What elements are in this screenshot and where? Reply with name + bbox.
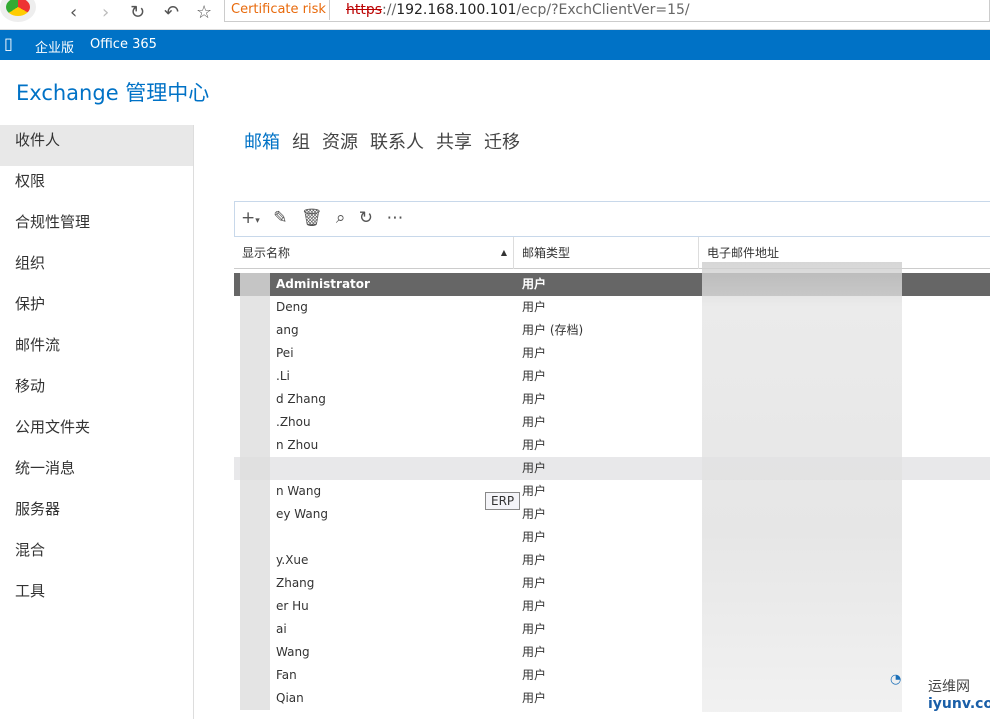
undo-icon[interactable]: ↶ [164, 2, 179, 23]
sidebar-item[interactable]: 移动 [0, 371, 193, 412]
sidebar-item[interactable]: 权限 [0, 166, 193, 207]
watermark-cn: 运维网 [928, 679, 970, 695]
tab-mailbox[interactable]: 邮箱 [244, 132, 280, 153]
tab[interactable]: 资源 [322, 132, 358, 153]
mailbox-type: 用户 [522, 300, 547, 314]
search-icon[interactable]: ⌕ [336, 208, 346, 228]
more-icon[interactable]: ⋯ [386, 208, 403, 228]
delete-trash-icon[interactable]: 🗑 [301, 208, 323, 228]
mailbox-type: 用户 [522, 645, 547, 659]
redacted-name [240, 641, 270, 664]
office365-link[interactable]: Office 365 [90, 37, 157, 52]
redacted-name [240, 572, 270, 595]
redacted-name [240, 388, 270, 411]
redacted-name [240, 503, 270, 526]
mailbox-type: 用户 [522, 668, 547, 682]
sidebar-item[interactable]: 邮件流 [0, 330, 193, 371]
mailbox-type: 用户 [522, 346, 547, 360]
redacted-name [240, 457, 270, 480]
redacted-name [240, 618, 270, 641]
office-logo-icon: ▯ [4, 34, 13, 53]
sidebar-item[interactable]: 合规性管理 [0, 207, 193, 248]
back-icon[interactable]: ‹ [70, 2, 77, 23]
redacted-name [240, 296, 270, 319]
url-host: 192.168.100.101 [396, 2, 517, 18]
mailbox-type: 用户 [522, 599, 547, 613]
mailbox-type: 用户 [522, 507, 547, 521]
url-scheme: https [346, 2, 383, 18]
mailbox-type: 用户 [522, 438, 547, 452]
sidebar-item[interactable]: 组织 [0, 248, 193, 289]
tab[interactable]: 共享 [436, 132, 472, 153]
tab[interactable]: 迁移 [484, 132, 520, 153]
redacted-name [240, 664, 270, 687]
refresh-icon[interactable]: ↻ [359, 208, 373, 228]
reload-icon[interactable]: ↻ [130, 2, 145, 23]
forward-icon[interactable]: › [102, 2, 109, 23]
redacted-name [240, 434, 270, 457]
sidebar-item[interactable]: 统一消息 [0, 453, 193, 494]
tab[interactable]: 联系人 [370, 132, 424, 153]
url-path: /ecp/?ExchClientVer=15/ [516, 2, 690, 18]
redacted-name [240, 411, 270, 434]
redacted-name [240, 526, 270, 549]
mailbox-type: 用户 [522, 484, 547, 498]
url-text[interactable]: https://192.168.100.101/ecp/?ExchClientV… [329, 0, 690, 20]
tabs: 邮箱组资源 联系人 共享 迁移 [244, 128, 532, 154]
redacted-name [240, 687, 270, 710]
mailbox-type: 用户 [522, 415, 547, 429]
tooltip: ERP [485, 492, 521, 510]
mailbox-type: 用户 [522, 622, 547, 636]
sidebar-item[interactable]: 工具 [0, 576, 193, 617]
watermark: 运维网iyunv.com [928, 676, 990, 712]
redacted-name [240, 480, 270, 503]
sidebar-item[interactable]: 混合 [0, 535, 193, 576]
mailbox-type: 用户 [522, 392, 547, 406]
redacted-name [240, 549, 270, 572]
redacted-name [240, 342, 270, 365]
watermark-logo-icon: ◔ [890, 672, 902, 687]
mailbox-type: 用户 [522, 461, 547, 475]
sidebar-item[interactable]: 服务器 [0, 494, 193, 535]
office-header: ▯ 企业版 Office 365 [0, 30, 990, 60]
tab[interactable]: 组 [292, 132, 310, 153]
mailbox-type: 用户 (存档) [522, 323, 584, 337]
mailbox-type: 用户 [522, 277, 547, 291]
bookmark-star-icon[interactable]: ☆ [196, 2, 212, 23]
sort-asc-icon: ▲ [500, 248, 507, 257]
list-toolbar: +▾ ✎ 🗑 ⌕ ↻ ⋯ [234, 201, 990, 237]
redacted-name [240, 365, 270, 388]
sidebar-item[interactable]: 公用文件夹 [0, 412, 193, 453]
redacted-name [240, 273, 270, 296]
redacted-emails [702, 262, 902, 712]
certificate-risk[interactable]: Certificate risk [231, 0, 326, 20]
redacted-name [240, 595, 270, 618]
mailbox-type: 用户 [522, 553, 547, 567]
address-bar[interactable]: Certificate risk https://192.168.100.101… [224, 0, 990, 22]
page-title: Exchange 管理中心 [16, 81, 210, 105]
sidebar-item-recipients[interactable]: 收件人 [0, 125, 193, 166]
browser-toolbar: ‹ › ↻ ↶ ☆ Certificate risk https://192.1… [0, 0, 990, 30]
redacted-name [240, 319, 270, 342]
mailbox-type: 用户 [522, 369, 547, 383]
mailbox-type: 用户 [522, 576, 547, 590]
col-label: 显示名称 [242, 246, 291, 260]
mailbox-type: 用户 [522, 530, 547, 544]
browser-logo-icon [0, 0, 36, 22]
edit-pencil-icon[interactable]: ✎ [273, 208, 287, 228]
col-mailbox-type[interactable]: 邮箱类型 [514, 237, 699, 269]
sidebar-item[interactable]: 保护 [0, 289, 193, 330]
watermark-site: iyunv.com [928, 696, 990, 712]
col-display-name[interactable]: 显示名称 ▲ [234, 237, 514, 269]
sidebar: 收件人 权限 合规性管理 组织 保护 邮件流 移动 公用文件夹 统一消息 服务器… [0, 125, 194, 719]
add-icon[interactable]: +▾ [241, 208, 260, 228]
edition-link[interactable]: 企业版 [35, 37, 74, 56]
mailbox-type: 用户 [522, 691, 547, 705]
